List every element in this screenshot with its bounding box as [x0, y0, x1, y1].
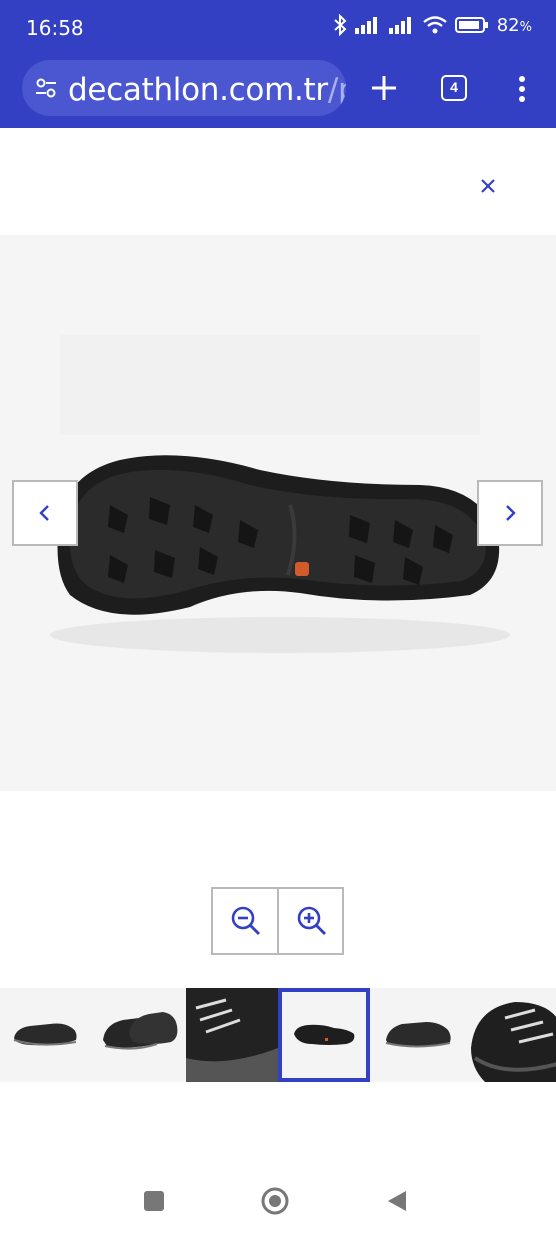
next-image-button[interactable] [477, 480, 543, 546]
system-nav-bar [0, 1160, 556, 1235]
recents-icon[interactable] [143, 1190, 165, 1212]
status-time: 16:58 [26, 16, 84, 40]
thumbnail-shoe-laces-closeup[interactable] [186, 988, 278, 1082]
signal-icon-2 [388, 17, 411, 34]
previous-image-button[interactable] [12, 480, 78, 546]
bluetooth-icon [334, 14, 347, 36]
battery-icon [454, 17, 488, 33]
zoom-out-icon [231, 906, 260, 935]
thumbnail-shoe-pair[interactable] [93, 988, 185, 1082]
tab-switcher-button[interactable]: 4 [441, 75, 467, 101]
zoom-out-button[interactable] [213, 889, 277, 953]
sole-logo-patch [295, 562, 309, 576]
browser-toolbar: decathlon.com.tr/p 4 [0, 56, 556, 128]
status-icons: 82% [333, 14, 532, 36]
chevron-left-icon [39, 505, 49, 521]
wifi-icon [422, 16, 447, 34]
chevron-right-icon [506, 505, 516, 521]
url-text: decathlon.com.tr/p [68, 72, 346, 108]
home-icon[interactable] [260, 1186, 290, 1216]
thumbnail-strip [0, 988, 556, 1082]
new-tab-button[interactable] [368, 72, 400, 104]
zoom-controls [211, 887, 344, 955]
address-bar[interactable]: decathlon.com.tr/p [22, 60, 346, 116]
thumbnail-shoe-side-2[interactable] [372, 988, 464, 1082]
more-menu-icon[interactable] [510, 74, 534, 104]
thumbnail-shoe-sole[interactable] [278, 988, 370, 1082]
back-icon[interactable] [386, 1189, 408, 1213]
thumbnail-shoe-side[interactable] [0, 988, 92, 1082]
battery-percent: 82% [496, 14, 532, 36]
signal-icon [354, 17, 377, 34]
close-icon[interactable] [476, 174, 500, 198]
shoe-sole-image [50, 335, 510, 653]
status-bar: 16:58 82% [0, 0, 556, 56]
zoom-in-button[interactable] [279, 889, 343, 953]
site-settings-icon[interactable] [34, 76, 58, 100]
zoom-in-icon [297, 906, 326, 935]
product-image-viewer[interactable] [0, 235, 556, 791]
thumbnail-shoe-front-closeup[interactable] [465, 988, 556, 1082]
